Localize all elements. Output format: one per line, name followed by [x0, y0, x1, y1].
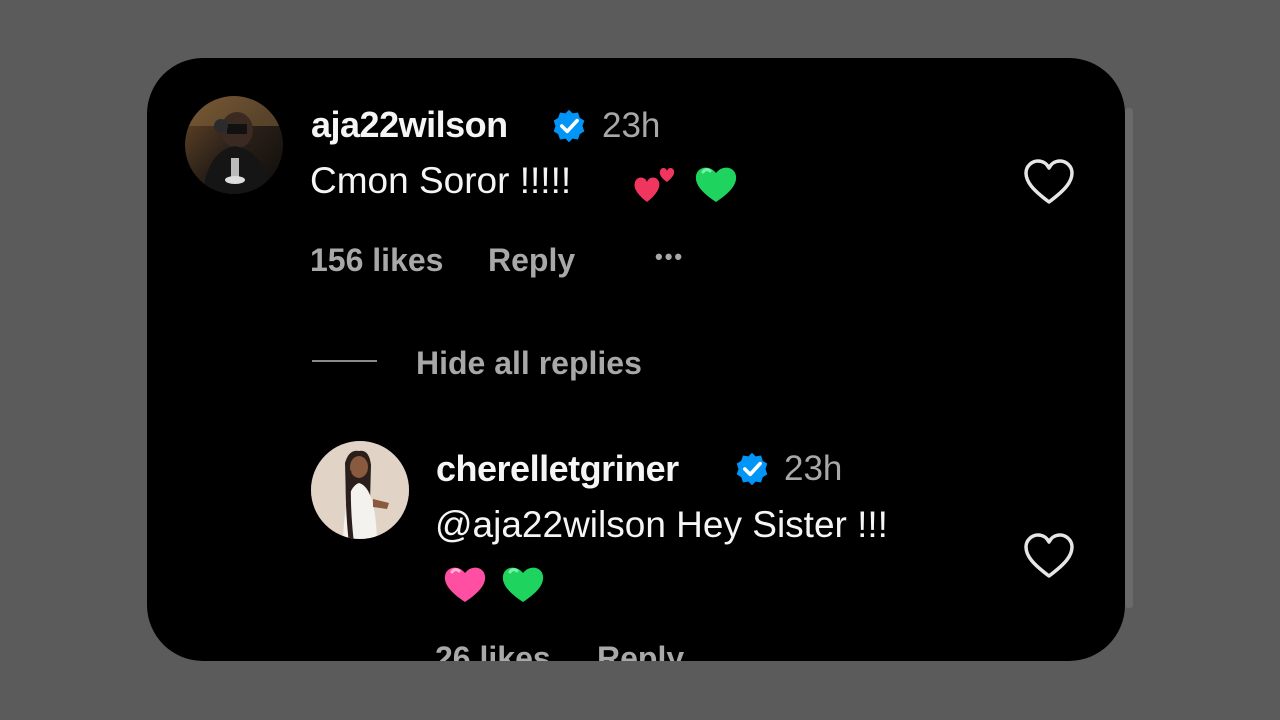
- more-options-icon[interactable]: •••: [655, 244, 684, 270]
- like-heart-icon[interactable]: [1023, 532, 1075, 580]
- scrollbar[interactable]: [1125, 108, 1133, 608]
- comment-text: Cmon Soror !!!!!: [310, 160, 572, 201]
- replies-divider: [312, 360, 377, 362]
- comment-username[interactable]: aja22wilson: [311, 104, 508, 146]
- green-heart-icon: [695, 167, 737, 202]
- verified-badge-icon: [553, 109, 585, 143]
- comments-panel: aja22wilson 23h Cmon Soror !!!!! 156 lik…: [147, 58, 1125, 661]
- reply-text: @aja22wilson Hey Sister !!!: [435, 504, 888, 545]
- avatar[interactable]: [311, 441, 409, 539]
- comment-time: 23h: [602, 106, 661, 145]
- reply-button[interactable]: Reply: [597, 640, 684, 661]
- hide-replies-button[interactable]: Hide all replies: [416, 345, 642, 382]
- likes-count[interactable]: 26 likes: [435, 640, 551, 661]
- likes-count[interactable]: 156 likes: [310, 242, 443, 279]
- reply-username[interactable]: cherelletgriner: [436, 448, 679, 490]
- reply-button[interactable]: Reply: [488, 242, 575, 279]
- pink-heart-icon: [444, 567, 486, 602]
- verified-badge-icon: [736, 452, 768, 486]
- reply-time: 23h: [784, 449, 843, 488]
- green-heart-icon: [502, 567, 544, 602]
- two-hearts-icon: [634, 168, 675, 202]
- avatar[interactable]: [185, 96, 283, 194]
- like-heart-icon[interactable]: [1023, 158, 1075, 206]
